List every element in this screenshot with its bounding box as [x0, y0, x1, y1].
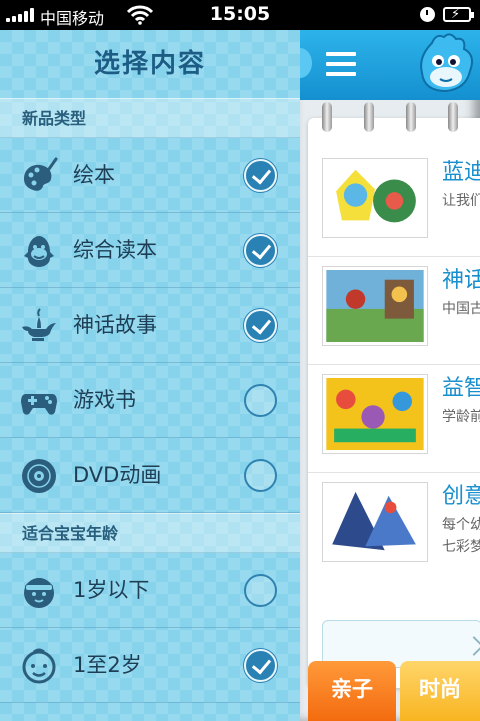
- alarm-clock-icon: [420, 7, 435, 22]
- baby-face-icon: [24, 578, 54, 608]
- menu-item-dvd-animation[interactable]: DVD动画: [0, 438, 300, 513]
- menu-item-comprehensive-reader[interactable]: 综合读本: [0, 213, 300, 288]
- mascot-logo-icon: [420, 33, 473, 93]
- content-filter-menu: 选择内容 新品类型 绘本 综合读本 神话故事 游戏书 DVD动画 适合宝宝年龄 …: [0, 30, 300, 721]
- section-header-baby-age: 适合宝宝年龄: [0, 513, 300, 553]
- book-cover-image: [322, 266, 428, 346]
- tab-parent-child[interactable]: 亲子: [308, 661, 396, 721]
- menu-toggle-icon[interactable]: [326, 52, 356, 76]
- notebook-ring: [364, 102, 374, 132]
- section-header-new-types: 新品类型: [0, 98, 300, 138]
- battery-icon: ⚡: [443, 7, 474, 22]
- book-title: 神话: [442, 268, 480, 293]
- menu-item-label: 综合读本: [73, 238, 157, 262]
- menu-item-label: 神话故事: [73, 313, 157, 337]
- menu-item-label: 绘本: [73, 163, 115, 187]
- status-time: 15:05: [209, 3, 271, 25]
- book-list-item[interactable]: 神话 中国古: [308, 258, 480, 365]
- book-title: 创意: [442, 484, 480, 509]
- checkbox-unchecked[interactable]: [244, 574, 277, 607]
- menu-item-game-book[interactable]: 游戏书: [0, 363, 300, 438]
- menu-item-myth-story[interactable]: 神话故事: [0, 288, 300, 363]
- menu-item-picture-book[interactable]: 绘本: [0, 138, 300, 213]
- menu-item-1-to-2-years[interactable]: 1至2岁: [0, 628, 300, 703]
- main-content-panel[interactable]: 蓝迪 让我们 神话 中国古 益智 学龄前 创意 每个幼 七彩梦 亲子 时尚: [300, 30, 480, 721]
- dvd-disc-icon: [22, 459, 56, 493]
- book-description: 中国古: [442, 301, 480, 317]
- menu-item-label: DVD动画: [73, 463, 162, 487]
- book-list-item[interactable]: 蓝迪 让我们: [308, 150, 480, 257]
- book-description-line: 七彩梦: [442, 539, 480, 555]
- book-cover-image: [322, 158, 428, 238]
- header-decoration: [300, 48, 312, 78]
- menu-item-label: 游戏书: [73, 388, 136, 412]
- chevron-icon: [464, 636, 480, 656]
- menu-item-label: 1岁以下: [73, 578, 150, 602]
- book-description: 每个幼 七彩梦: [442, 514, 480, 558]
- notebook-ring: [406, 102, 416, 132]
- character-head-icon: [24, 236, 54, 267]
- book-title: 益智: [442, 376, 480, 401]
- book-description: 学龄前: [442, 409, 480, 425]
- book-cover-image: [322, 374, 428, 454]
- book-description: 让我们: [442, 193, 480, 209]
- palette-icon: [24, 157, 58, 191]
- menu-item-under-1-year[interactable]: 1岁以下: [0, 553, 300, 628]
- tab-fashion[interactable]: 时尚: [400, 661, 480, 721]
- notebook-ring: [322, 102, 332, 132]
- menu-item-label: 1至2岁: [73, 653, 142, 677]
- app-header: [300, 30, 480, 100]
- book-list-item[interactable]: 创意 每个幼 七彩梦: [308, 474, 480, 581]
- book-title: 蓝迪: [442, 160, 480, 185]
- notebook-ring: [448, 102, 458, 132]
- book-description-line: 每个幼: [442, 517, 480, 533]
- bottom-tab-bar: 亲子 时尚: [300, 661, 480, 721]
- magic-lamp-icon: [22, 308, 56, 341]
- book-list-item[interactable]: 益智 学龄前: [308, 366, 480, 473]
- status-bar: 中国移动 15:05 ⚡: [0, 0, 480, 30]
- checkbox-unchecked[interactable]: [244, 459, 277, 492]
- gamepad-icon: [21, 394, 57, 415]
- checkbox-unchecked[interactable]: [244, 384, 277, 417]
- checkbox-checked[interactable]: [244, 234, 277, 267]
- checkbox-checked[interactable]: [244, 309, 277, 342]
- toddler-face-icon: [22, 648, 56, 684]
- checkbox-checked[interactable]: [244, 649, 277, 682]
- checkbox-checked[interactable]: [244, 159, 277, 192]
- menu-title: 选择内容: [93, 49, 206, 79]
- book-cover-image: [322, 482, 428, 562]
